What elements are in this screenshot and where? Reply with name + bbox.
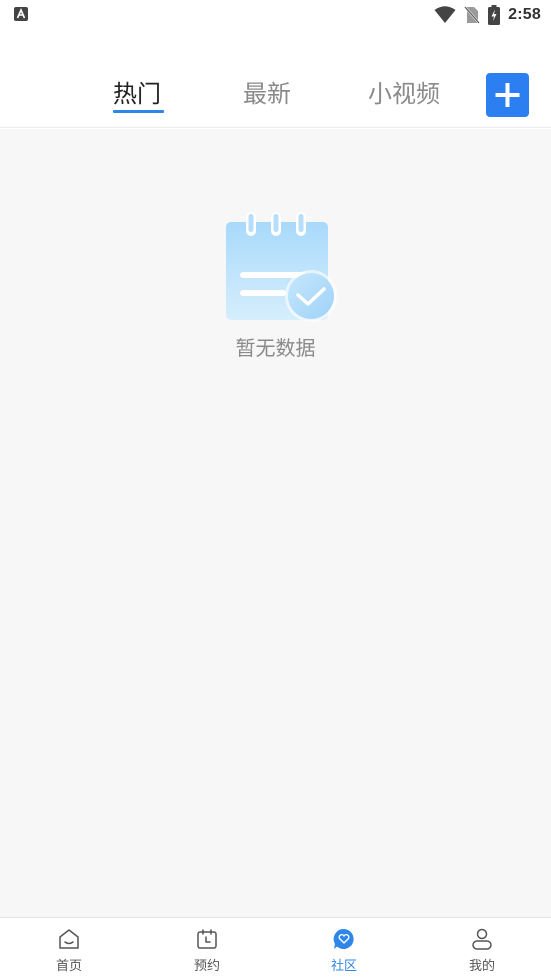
tab-hot[interactable]: 热门 <box>113 79 161 109</box>
app-root: 2:58 热门 最新 小视频 暂无数据 首页 预约 社区 我的 <box>0 0 551 979</box>
nav-item-booking[interactable]: 预约 <box>138 918 276 979</box>
community-chat-icon <box>333 928 354 949</box>
content-area: 暂无数据 <box>0 129 551 917</box>
bottom-nav: 首页 预约 社区 我的 <box>0 917 551 979</box>
add-post-button[interactable] <box>486 73 529 117</box>
nav-label-mine: 我的 <box>468 959 495 974</box>
nav-label-community: 社区 <box>330 959 357 974</box>
plus-icon <box>495 83 520 107</box>
no-sim-icon <box>464 6 480 24</box>
status-icons: 2:58 <box>434 4 541 26</box>
nav-item-mine[interactable]: 我的 <box>413 918 551 979</box>
wifi-icon <box>434 6 456 23</box>
top-tab-bar: 热门 最新 小视频 <box>0 30 551 128</box>
tab-short-video[interactable]: 小视频 <box>368 79 440 109</box>
battery-charging-icon <box>488 5 501 25</box>
person-icon <box>472 928 492 950</box>
active-tab-indicator <box>113 110 164 113</box>
a-notification-icon <box>14 7 28 21</box>
status-time: 2:58 <box>508 6 541 23</box>
nav-item-community[interactable]: 社区 <box>275 918 413 979</box>
tab-latest[interactable]: 最新 <box>243 79 291 109</box>
nav-label-home: 首页 <box>55 959 82 974</box>
nav-item-home[interactable]: 首页 <box>0 918 138 979</box>
calendar-icon <box>197 929 217 949</box>
status-bar: 2:58 <box>0 0 551 30</box>
empty-notebook-icon <box>226 212 337 322</box>
home-icon <box>59 929 79 949</box>
empty-state-text: 暂无数据 <box>235 336 316 360</box>
nav-label-booking: 预约 <box>193 959 220 974</box>
